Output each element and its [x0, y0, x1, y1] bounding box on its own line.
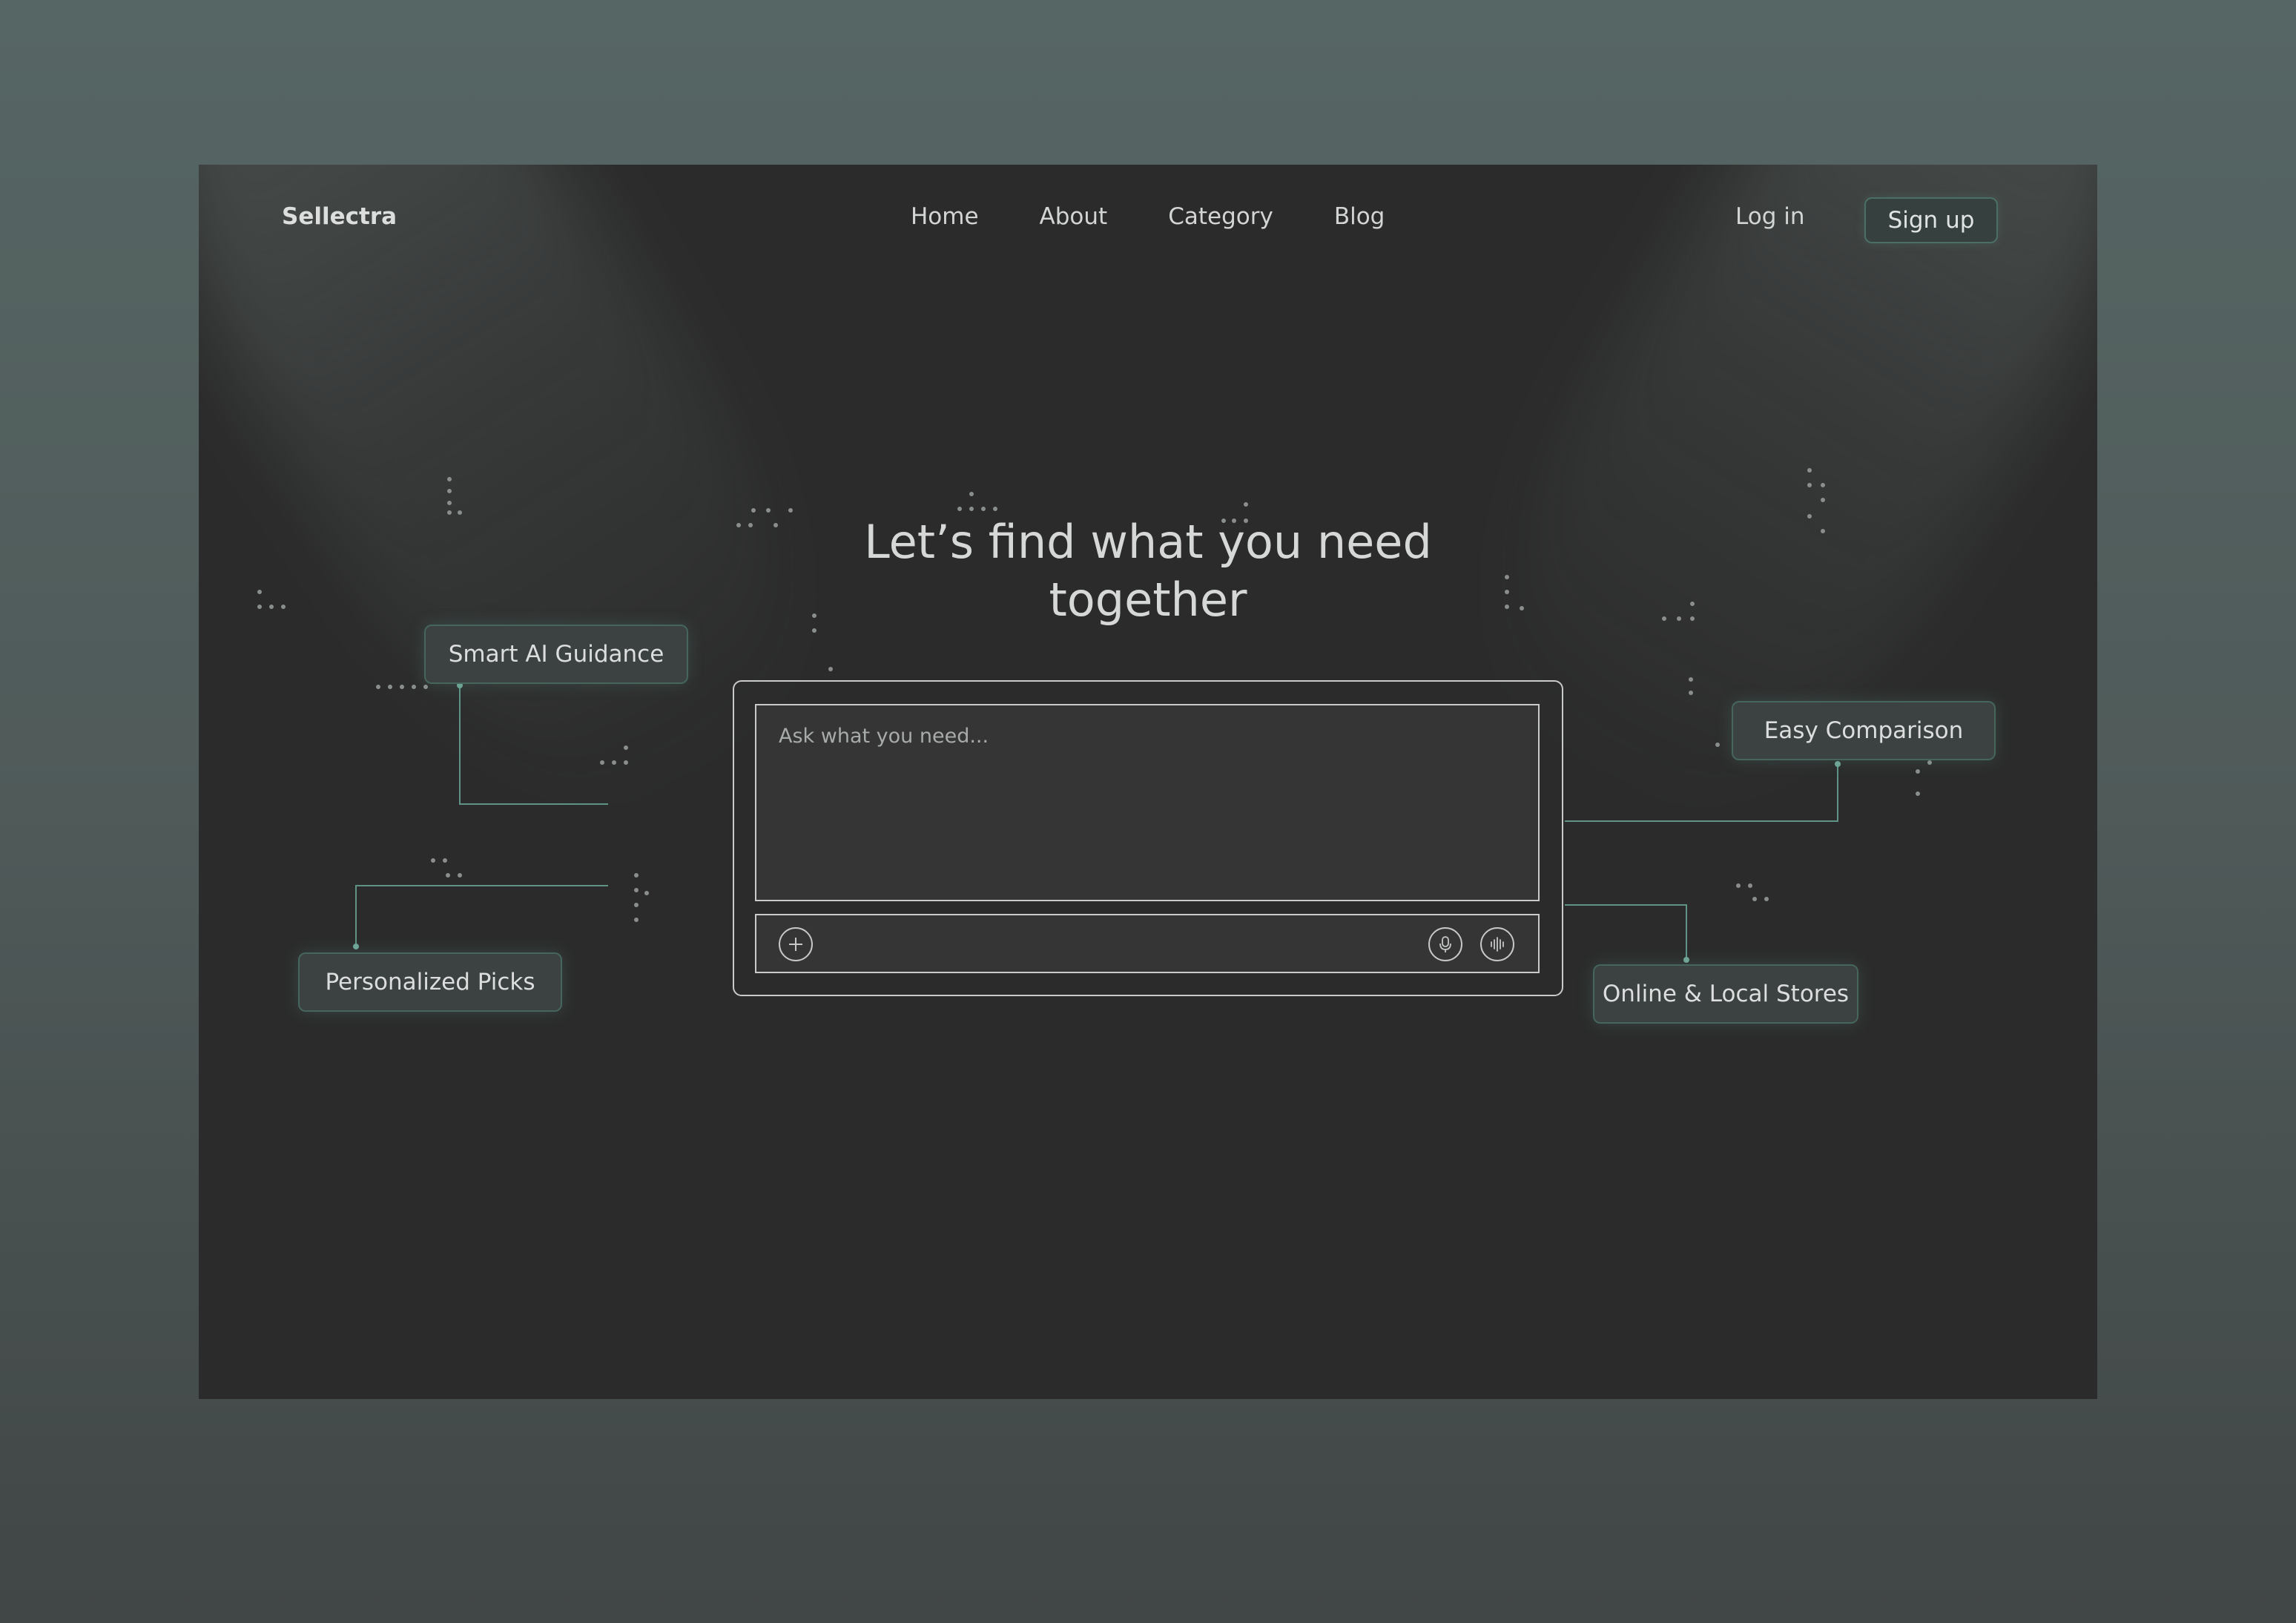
add-button[interactable] [779, 927, 813, 961]
nav-category[interactable]: Category [1168, 203, 1273, 230]
ask-input[interactable] [755, 704, 1540, 901]
brand-logo[interactable]: Sellectra [282, 203, 397, 230]
hero-title: Let’s find what you need together [851, 513, 1445, 629]
waveform-icon [1491, 937, 1504, 952]
feature-easy-comparison: Easy Comparison [1732, 701, 1996, 760]
nav-about[interactable]: About [1040, 203, 1108, 230]
signup-button[interactable]: Sign up [1864, 197, 1998, 243]
plus-icon [789, 938, 802, 951]
microphone-button[interactable] [1428, 927, 1462, 961]
feature-online-local-stores: Online & Local Stores [1593, 964, 1858, 1024]
main-nav: Home About Category Blog [911, 203, 1385, 230]
hero-title-line-1: Let’s find what you need [864, 515, 1432, 569]
hero-title-line-2: together [1049, 573, 1247, 627]
landing-page: Sellectra Home About Category Blog Log i… [199, 165, 2097, 1399]
feature-smart-ai-guidance: Smart AI Guidance [424, 625, 688, 684]
nav-home[interactable]: Home [911, 203, 979, 230]
input-toolbar [755, 914, 1540, 973]
voice-mode-button[interactable] [1480, 927, 1514, 961]
microphone-icon [1439, 936, 1451, 952]
nav-blog[interactable]: Blog [1334, 203, 1385, 230]
feature-personalized-picks: Personalized Picks [298, 952, 562, 1012]
login-link[interactable]: Log in [1735, 203, 1804, 230]
